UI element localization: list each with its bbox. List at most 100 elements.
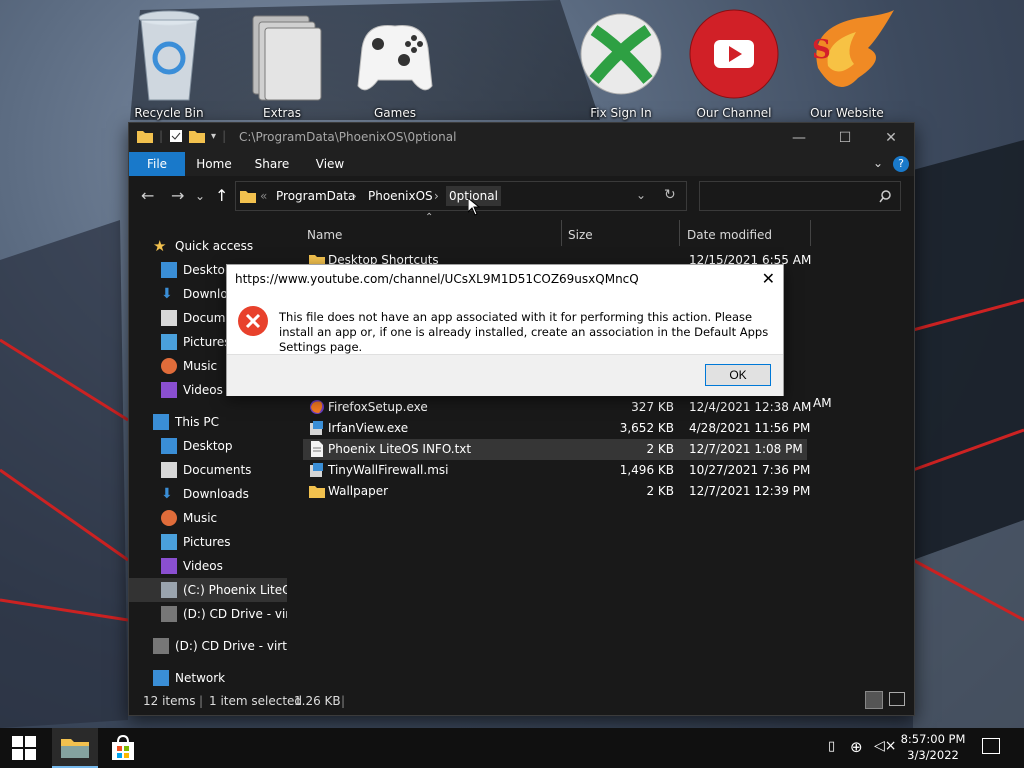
dialog-message: This file does not have an app associate… — [279, 310, 769, 354]
desktop-icon-our-channel[interactable]: Our Channel — [679, 8, 789, 120]
nav-pc-desktop[interactable]: Desktop — [129, 434, 287, 458]
taskbar: ▯ ⊕ ◁× 8:57:00 PM 3/3/2022 — [0, 728, 1024, 768]
column-header-name[interactable]: Name — [307, 224, 342, 246]
error-icon — [238, 306, 268, 336]
cd-drive-icon — [153, 638, 169, 654]
firefox-icon — [310, 400, 324, 414]
column-header-date-modified[interactable]: Date modified — [687, 224, 772, 246]
table-row[interactable]: Wallpaper 2 KB 12/7/2021 12:39 PM — [303, 481, 810, 502]
music-icon — [161, 358, 177, 374]
breadcrumb-overflow[interactable]: « — [260, 189, 267, 203]
nav-drive-c[interactable]: (C:) Phoenix LiteOS — [129, 578, 287, 602]
network-icon — [153, 670, 169, 686]
nav-drive-d[interactable]: (D:) CD Drive - virtio-win — [129, 602, 287, 626]
address-dropdown-icon[interactable]: ⌄ — [636, 188, 646, 202]
desktop-icon-label: Our Website — [810, 106, 884, 120]
large-icons-view-icon[interactable] — [889, 692, 905, 706]
nav-pc-documents[interactable]: Documents — [129, 458, 287, 482]
network-globe-icon[interactable]: ⊕ — [850, 738, 863, 756]
videos-icon — [161, 382, 177, 398]
taskbar-store[interactable] — [100, 728, 146, 768]
file-explorer-window: | ▾ | C:\ProgramData\PhoenixOS\0ptional … — [128, 122, 915, 716]
table-row[interactable]: IrfanView.exe 3,652 KB 4/28/2021 11:56 P… — [303, 418, 810, 439]
desktop-icon-fix-sign-in[interactable]: Fix Sign In — [566, 8, 676, 120]
refresh-icon[interactable]: ↻ — [664, 187, 676, 203]
windows-logo-icon — [12, 736, 36, 760]
file-explorer-icon — [61, 739, 89, 758]
phoenix-logo-icon: S — [812, 10, 894, 87]
system-clock[interactable]: 8:57:00 PM 3/3/2022 — [890, 731, 976, 763]
music-icon — [161, 510, 177, 526]
taskbar-file-explorer[interactable] — [52, 728, 98, 768]
expand-ribbon-icon[interactable]: ⌄ — [873, 156, 883, 170]
up-arrow-icon[interactable]: ↑ — [215, 186, 228, 205]
address-bar[interactable]: « ProgramData › PhoenixOS › 0ptional ⌄ ↻ — [235, 181, 687, 211]
desktop-icon-label: Fix Sign In — [590, 106, 652, 120]
nav-pc-pictures[interactable]: Pictures — [129, 530, 287, 554]
quick-access-toolbar: | ▾ | — [137, 129, 226, 143]
status-bar: 12 items | 1 item selected 1.26 KB | — [129, 686, 914, 715]
store-bag-icon — [112, 735, 134, 760]
title-bar: | ▾ | C:\ProgramData\PhoenixOS\0ptional … — [129, 123, 914, 152]
dialog-title: https://www.youtube.com/channel/UCsXL9M1… — [235, 272, 639, 286]
start-button[interactable] — [0, 728, 48, 768]
folder-icon — [240, 191, 256, 203]
breadcrumb-phoenixos[interactable]: PhoenixOS — [368, 189, 433, 203]
details-view-icon[interactable] — [865, 691, 883, 709]
dialog-close-icon[interactable]: ✕ — [762, 269, 775, 288]
tab-view[interactable]: View — [305, 152, 355, 176]
properties-icon[interactable] — [169, 129, 183, 143]
table-row[interactable]: FirefoxSetup.exe 327 KB 12/4/2021 12:38 … — [303, 397, 811, 418]
tab-file[interactable]: File — [129, 152, 185, 176]
nav-quick-access[interactable]: ★ Quick access — [129, 234, 287, 258]
download-arrow-icon: ⬇ — [161, 486, 173, 502]
new-folder-icon[interactable] — [189, 129, 206, 143]
nav-drive-d-root[interactable]: (D:) CD Drive - virtio-win — [129, 634, 287, 658]
pictures-icon — [161, 534, 177, 550]
forward-arrow-icon[interactable]: → — [171, 186, 184, 205]
nav-pc-downloads[interactable]: ⬇ Downloads — [129, 482, 287, 506]
ok-button[interactable]: OK — [705, 364, 771, 386]
folder-icon — [137, 131, 153, 143]
desktop-icon-label: Our Channel — [696, 106, 772, 120]
breadcrumb-programdata[interactable]: ProgramData — [276, 189, 355, 203]
nav-this-pc[interactable]: This PC — [129, 410, 287, 434]
customize-toolbar-icon[interactable]: ▾ — [211, 131, 216, 142]
back-arrow-icon[interactable]: ← — [141, 186, 154, 205]
breadcrumb-separator-icon: › — [434, 189, 439, 203]
desktop-icon-our-website[interactable]: S Our Website — [792, 8, 902, 120]
clock-date: 3/3/2022 — [907, 748, 959, 762]
nav-network[interactable]: Network — [129, 666, 287, 686]
recent-locations-icon[interactable]: ⌄ — [195, 189, 205, 203]
close-button[interactable]: ✕ — [868, 123, 914, 152]
item-count: 12 items — [143, 694, 196, 708]
table-row[interactable]: TinyWallFirewall.msi 1,496 KB 10/27/2021… — [303, 460, 810, 481]
sort-ascending-icon: ⌃ — [425, 212, 434, 223]
desktop-icon — [161, 262, 177, 278]
xbox-icon — [580, 13, 662, 95]
desktop-icon-extras[interactable]: Extras — [227, 8, 337, 120]
desktop-icon-label: Extras — [263, 106, 301, 120]
tab-share[interactable]: Share — [247, 152, 297, 176]
usb-device-icon[interactable]: ▯ — [828, 739, 835, 754]
search-box[interactable] — [699, 181, 901, 211]
minimize-button[interactable]: — — [776, 123, 822, 152]
nav-pc-videos[interactable]: Videos — [129, 554, 287, 578]
maximize-button[interactable]: ☐ — [822, 123, 868, 152]
nav-pc-music[interactable]: Music — [129, 506, 287, 530]
help-icon[interactable]: ? — [893, 156, 909, 172]
desktop-icon-games[interactable]: Games — [340, 8, 450, 120]
document-icon — [161, 462, 177, 478]
cd-drive-icon — [161, 606, 177, 622]
table-row[interactable]: Phoenix LiteOS INFO.txt 2 KB 12/7/2021 1… — [303, 439, 807, 460]
desktop-icon — [161, 438, 177, 454]
svg-text:S: S — [812, 35, 831, 65]
notification-center-icon[interactable] — [982, 738, 1000, 754]
tab-home[interactable]: Home — [189, 152, 239, 176]
folder-stack-icon — [252, 15, 322, 101]
error-dialog: https://www.youtube.com/channel/UCsXL9M1… — [226, 264, 784, 396]
column-header-size[interactable]: Size — [568, 224, 593, 246]
window-title: C:\ProgramData\PhoenixOS\0ptional — [239, 130, 457, 144]
desktop-icon-recycle-bin[interactable]: Recycle Bin — [114, 8, 224, 120]
computer-icon — [153, 414, 169, 430]
